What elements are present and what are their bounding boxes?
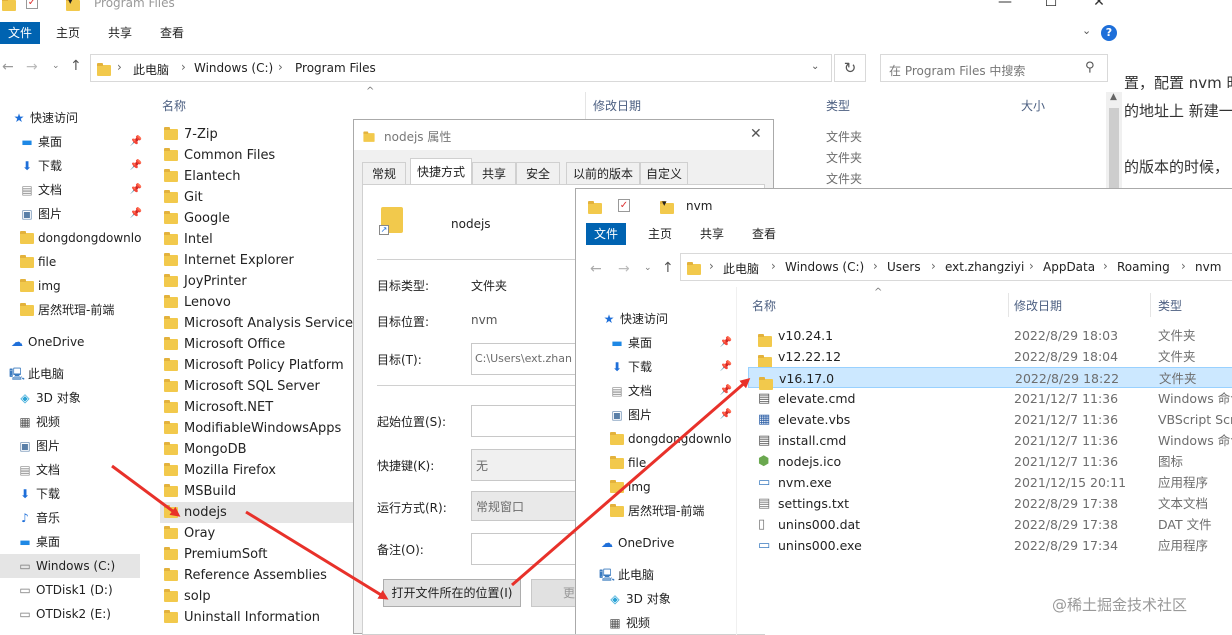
- arrow-to-v16: [511, 378, 751, 587]
- watermark: @稀土掘金技术社区: [1052, 596, 1188, 614]
- annotation-arrows: [111, 378, 751, 600]
- arrow-to-open-location: [245, 510, 389, 600]
- arrow-to-nodejs: [111, 464, 181, 517]
